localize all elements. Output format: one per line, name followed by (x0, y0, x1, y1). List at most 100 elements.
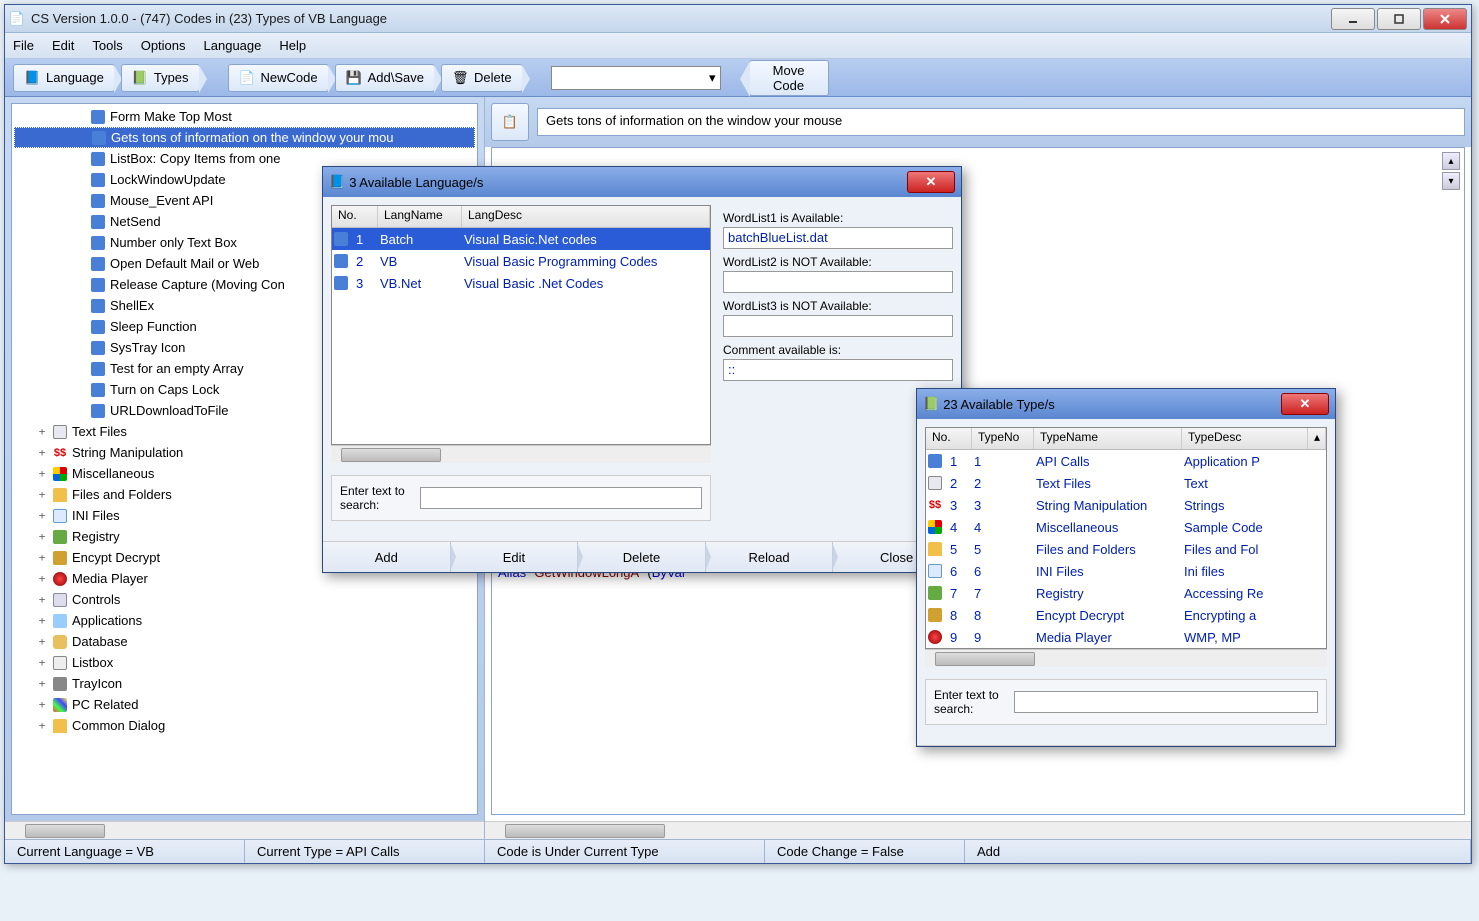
menu-language[interactable]: Language (204, 38, 262, 53)
tree-item[interactable]: + PC Related (14, 694, 475, 715)
language-delete-button[interactable]: Delete (578, 542, 706, 572)
language-row[interactable]: 1BatchVisual Basic.Net codes (332, 228, 710, 250)
wordlist2-value[interactable] (723, 271, 953, 293)
language-dialog-titlebar[interactable]: 📘 3 Available Language/s ✕ (323, 167, 961, 197)
maximize-button[interactable] (1377, 8, 1421, 30)
scroll-up-icon[interactable]: ▴ (1442, 152, 1460, 170)
toolbar-newcode-button[interactable]: 📄NewCode (228, 64, 329, 92)
tree-item-label: Mouse_Event API (110, 193, 213, 208)
wordlist3-label: WordList3 is NOT Available: (723, 299, 953, 313)
minimize-button[interactable] (1331, 8, 1375, 30)
types-dialog-titlebar[interactable]: 📗 23 Available Type/s ✕ (917, 389, 1335, 419)
type-row[interactable]: $$33String ManipulationStrings (926, 494, 1326, 516)
close-button[interactable] (1423, 8, 1467, 30)
col-typename[interactable]: TypeName (1034, 428, 1182, 449)
tree-item[interactable]: +Listbox (14, 652, 475, 673)
tree-item-label: ShellEx (110, 298, 154, 313)
status-bar: Current Language = VB Current Type = API… (5, 839, 1471, 863)
expand-icon[interactable]: + (36, 614, 48, 627)
code-hscrollbar[interactable] (485, 821, 1471, 839)
menu-tools[interactable]: Tools (92, 38, 122, 53)
expand-icon[interactable]: + (36, 488, 48, 501)
tree-item-label: Controls (72, 592, 120, 607)
menu-edit[interactable]: Edit (52, 38, 74, 53)
toolbar-addsave-button[interactable]: 💾Add\Save (335, 64, 435, 92)
type-row[interactable]: 44MiscellaneousSample Code (926, 516, 1326, 538)
save-icon: 💾 (346, 70, 362, 86)
wordlist1-label: WordList1 is Available: (723, 211, 953, 225)
col-langname[interactable]: LangName (378, 206, 462, 227)
blue-icon (90, 172, 106, 188)
tree-item-label: PC Related (72, 697, 138, 712)
comment-value[interactable]: :: (723, 359, 953, 381)
type-row[interactable]: 55Files and FoldersFiles and Fol (926, 538, 1326, 560)
tree-item[interactable]: + Controls (14, 589, 475, 610)
language-dialog-close-button[interactable]: ✕ (907, 171, 955, 193)
dialog-icon: 📘 (329, 174, 345, 190)
expand-icon[interactable]: + (36, 446, 48, 459)
col-no[interactable]: No. (332, 206, 378, 227)
types-listview[interactable]: No. TypeNo TypeName TypeDesc ▴ 11API Cal… (925, 427, 1327, 649)
type-row[interactable]: 88Encypt DecryptEncrypting a (926, 604, 1326, 626)
expand-icon[interactable]: + (36, 572, 48, 585)
tree-item[interactable]: +Applications (14, 610, 475, 631)
expand-icon[interactable]: + (36, 425, 48, 438)
expand-icon[interactable]: + (36, 719, 48, 732)
language-reload-button[interactable]: Reload (706, 542, 834, 572)
type-row[interactable]: 99Media PlayerWMP, MP (926, 626, 1326, 648)
tree-item[interactable]: +Common Dialog (14, 715, 475, 736)
scroll-down-icon[interactable]: ▾ (1442, 172, 1460, 190)
tree-item-label: Encypt Decrypt (72, 550, 160, 565)
expand-icon[interactable]: + (36, 593, 48, 606)
types-dialog-close-button[interactable]: ✕ (1281, 393, 1329, 415)
type-row[interactable]: 11API CallsApplication P (926, 450, 1326, 472)
language-row[interactable]: 2VBVisual Basic Programming Codes (332, 250, 710, 272)
toolbar-movecode-button[interactable]: Move Code (749, 60, 829, 96)
language-edit-button[interactable]: Edit (451, 542, 579, 572)
col-typedesc[interactable]: TypeDesc (1182, 428, 1308, 449)
window-title: CS Version 1.0.0 - (747) Codes in (23) T… (31, 11, 1331, 26)
tree-item[interactable]: +TrayIcon (14, 673, 475, 694)
expand-icon[interactable]: + (36, 551, 48, 564)
menu-file[interactable]: File (13, 38, 34, 53)
main-titlebar[interactable]: 📄 CS Version 1.0.0 - (747) Codes in (23)… (5, 5, 1471, 33)
type-row[interactable]: 66INI FilesIni files (926, 560, 1326, 582)
toolbar-types-button[interactable]: 📗Types (121, 64, 200, 92)
toolbar-delete-button[interactable]: 🗑Delete (441, 64, 523, 92)
language-row[interactable]: 3VB.NetVisual Basic .Net Codes (332, 272, 710, 294)
language-listview[interactable]: No. LangName LangDesc 1BatchVisual Basic… (331, 205, 711, 445)
expand-icon[interactable]: + (36, 677, 48, 690)
toolbar-language-button[interactable]: 📘Language (13, 64, 115, 92)
expand-icon[interactable]: + (36, 635, 48, 648)
tree-item[interactable]: Gets tons of information on the window y… (14, 127, 475, 148)
col-no[interactable]: No. (926, 428, 972, 449)
menu-help[interactable]: Help (279, 38, 306, 53)
toolbar-dropdown[interactable]: ▾ (551, 66, 721, 90)
tree-item-label: Form Make Top Most (110, 109, 232, 124)
tree-hscrollbar[interactable] (5, 821, 484, 839)
col-typeno[interactable]: TypeNo (972, 428, 1034, 449)
wordlist1-value[interactable]: batchBlueList.dat (723, 227, 953, 249)
tree-item[interactable]: Form Make Top Most (14, 106, 475, 127)
types-search-input[interactable] (1014, 691, 1318, 713)
language-icon: 📘 (24, 70, 40, 86)
language-add-button[interactable]: Add (323, 542, 451, 572)
blue-icon (90, 382, 106, 398)
language-search-input[interactable] (420, 487, 702, 509)
type-row[interactable]: 22Text FilesText (926, 472, 1326, 494)
status-codeunder: Code is Under Current Type (485, 840, 765, 863)
types-list-hscrollbar[interactable] (925, 649, 1327, 667)
wordlist3-value[interactable] (723, 315, 953, 337)
tree-item[interactable]: +Database (14, 631, 475, 652)
expand-icon[interactable]: + (36, 467, 48, 480)
expand-icon[interactable]: + (36, 656, 48, 669)
expand-icon[interactable]: + (36, 698, 48, 711)
language-list-hscrollbar[interactable] (331, 445, 711, 463)
expand-icon[interactable]: + (36, 530, 48, 543)
scroll-up-icon[interactable]: ▴ (1308, 428, 1326, 449)
copy-button[interactable]: 📋 (491, 103, 529, 141)
type-row[interactable]: 77RegistryAccessing Re (926, 582, 1326, 604)
col-langdesc[interactable]: LangDesc (462, 206, 710, 227)
expand-icon[interactable]: + (36, 509, 48, 522)
menu-options[interactable]: Options (141, 38, 186, 53)
